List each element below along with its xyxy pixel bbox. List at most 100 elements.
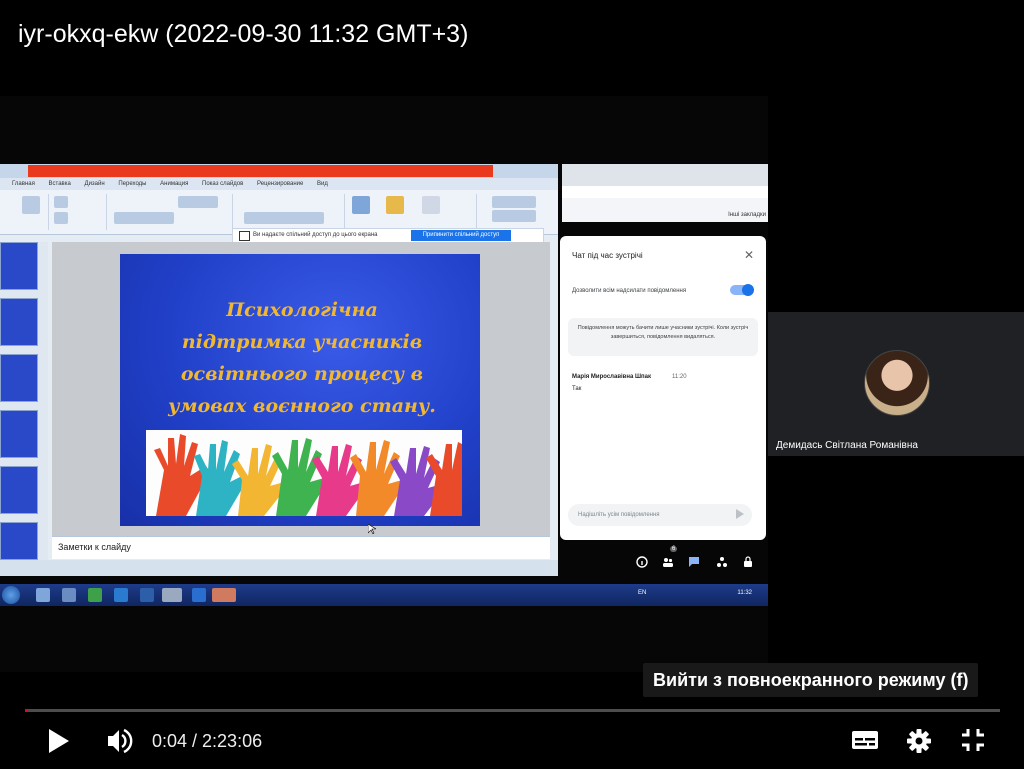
exit-fullscreen-icon xyxy=(962,729,984,751)
send-icon[interactable] xyxy=(736,509,744,519)
reset-icon xyxy=(54,212,68,224)
time-display: 0:04 / 2:23:06 xyxy=(152,731,263,751)
current-slide: Психологічна підтримка учасників освітнь… xyxy=(120,254,480,526)
taskbar-app-icon[interactable] xyxy=(114,588,128,602)
ribbon-group-editing xyxy=(478,194,548,230)
mouse-cursor-icon xyxy=(368,524,376,534)
participant-tile: Демидась Світлана Романівна xyxy=(768,312,1024,456)
toggle-knob xyxy=(742,284,754,296)
taskbar-app-icon[interactable] xyxy=(140,588,154,602)
ppt-tab: Вставка xyxy=(48,181,71,187)
font-size-icons xyxy=(178,196,218,208)
slide-thumbnail[interactable] xyxy=(0,466,38,514)
share-bar-text: Ви надаєте спільний доступ до цього екра… xyxy=(253,232,378,238)
ppt-tab: Вид xyxy=(317,181,328,187)
taskbar-chrome-icon[interactable] xyxy=(162,588,182,602)
font-format-icons xyxy=(114,212,174,224)
slide-notes[interactable]: Заметки к слайду xyxy=(52,536,550,559)
slide-title-line: умовах воєнного стану. xyxy=(168,395,436,417)
ppt-title-highlight xyxy=(28,165,493,177)
quick-styles-icon xyxy=(422,196,440,214)
paragraph-icons xyxy=(244,212,324,224)
slide-thumbnails xyxy=(0,242,48,564)
taskbar-app-icon[interactable] xyxy=(36,588,50,602)
allow-messages-toggle[interactable] xyxy=(730,284,754,296)
share-screen-icon xyxy=(239,231,250,241)
chat-info-banner: Повідомлення можуть бачити лише учасники… xyxy=(568,318,758,356)
chat-info-text: Повідомлення можуть бачити лише учасники… xyxy=(577,325,749,340)
info-icon[interactable] xyxy=(636,556,648,568)
ppt-tab: Анимация xyxy=(160,181,189,187)
gear-icon xyxy=(907,729,931,753)
chat-title: Чат під час зустрічі xyxy=(572,251,643,260)
taskbar-app-icon[interactable] xyxy=(88,588,102,602)
mute-button[interactable] xyxy=(95,716,143,764)
slide-thumbnail[interactable] xyxy=(0,354,38,402)
ppt-tab: Главная xyxy=(12,181,35,187)
progress-played xyxy=(25,709,27,712)
chat-message: Так xyxy=(572,386,582,392)
chat-message-input[interactable]: Надішліть усім повідомлення xyxy=(568,504,752,526)
arrange-icon xyxy=(386,196,404,214)
find-icon xyxy=(492,196,536,208)
browser-address-bar xyxy=(562,186,768,198)
participant-name: Демидась Світлана Романівна xyxy=(776,440,918,451)
ribbon-group-font xyxy=(108,194,233,230)
ribbon-group-layout xyxy=(50,194,107,230)
ppt-ribbon-tabs: Главная Вставка Дизайн Переходы Анимация… xyxy=(0,178,558,190)
stop-sharing-button[interactable]: Припинити спільний доступ xyxy=(411,230,511,241)
colorful-hands-image xyxy=(146,430,462,516)
host-controls-icon[interactable] xyxy=(742,556,754,568)
allow-messages-label: Дозволити всім надсилати повідомлення xyxy=(572,288,687,294)
chat-icon[interactable] xyxy=(688,556,700,568)
slide-title-line: підтримка учасників xyxy=(181,331,423,353)
captions-icon xyxy=(852,731,878,749)
taskbar-powerpoint-icon[interactable] xyxy=(212,588,236,602)
browser-tabs xyxy=(562,164,768,186)
slide-thumbnail[interactable] xyxy=(0,298,38,346)
people-icon[interactable] xyxy=(662,556,674,568)
taskbar-app-icon[interactable] xyxy=(192,588,206,602)
taskbar-app-icon[interactable] xyxy=(62,588,76,602)
ribbon-group-drawing xyxy=(346,194,477,230)
close-icon[interactable]: ✕ xyxy=(744,248,754,262)
ppt-tab: Показ слайдов xyxy=(202,181,244,187)
slide-title: Психологічна підтримка учасників освітнь… xyxy=(138,294,466,422)
shapes-icon xyxy=(352,196,370,214)
subtitles-button[interactable] xyxy=(841,716,889,764)
slide-thumbnail[interactable] xyxy=(0,242,38,290)
chat-sender-name: Марія Мирославівна Шпак xyxy=(572,374,651,380)
new-slide-icon xyxy=(22,196,40,214)
exit-fullscreen-tooltip: Вийти з повноекранного режиму (f) xyxy=(643,663,979,697)
slide-title-line: Психологічна xyxy=(226,299,378,321)
meeting-chat-panel: Чат під час зустрічі ✕ Дозволити всім на… xyxy=(560,236,766,540)
hands-illustration xyxy=(154,434,462,516)
slide-title-line: освітнього процесу в xyxy=(180,363,424,385)
progress-bar[interactable] xyxy=(25,709,1000,712)
slide-editing-area[interactable]: Психологічна підтримка учасників освітнь… xyxy=(52,242,550,536)
ppt-tab: Переходы xyxy=(118,181,147,187)
replace-icon xyxy=(492,210,536,222)
video-title: iyr-okxq-ekw (2022-09-30 11:32 GMT+3) xyxy=(18,20,469,48)
notes-placeholder: Заметки к слайду xyxy=(58,542,131,552)
meet-toolbar-icons: 6 xyxy=(632,546,762,570)
ppt-tab: Дизайн xyxy=(84,181,105,187)
start-button-icon[interactable] xyxy=(2,586,20,604)
exit-fullscreen-button[interactable] xyxy=(949,716,997,764)
bookmarks-folder: Інші закладки xyxy=(728,212,766,218)
layout-icon xyxy=(54,196,68,208)
play-button[interactable] xyxy=(34,716,82,764)
slide-thumbnail[interactable] xyxy=(0,522,38,560)
ppt-tab: Рецензирование xyxy=(257,181,304,187)
participants-count-badge: 6 xyxy=(670,546,678,552)
video-frame[interactable]: Главная Вставка Дизайн Переходы Анимация… xyxy=(0,96,768,672)
ppt-statusbar xyxy=(0,560,558,576)
taskbar-language[interactable]: EN xyxy=(638,590,646,596)
activities-icon[interactable] xyxy=(716,556,728,568)
ribbon-group-slides xyxy=(0,194,49,230)
taskbar-clock: 11:32 xyxy=(737,590,752,596)
participant-avatar xyxy=(864,350,930,416)
settings-button[interactable] xyxy=(895,716,943,764)
play-icon xyxy=(49,729,69,753)
slide-thumbnail[interactable] xyxy=(0,410,38,458)
